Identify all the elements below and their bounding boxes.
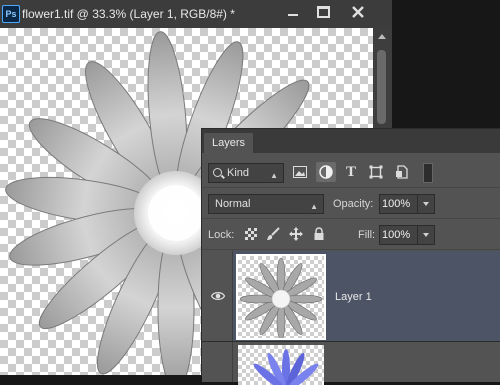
layer-row[interactable] [202, 342, 500, 385]
filter-kind-label: Kind [227, 167, 250, 179]
photoshop-logo-icon: Ps [2, 5, 20, 23]
eye-icon[interactable] [211, 291, 225, 301]
close-icon [352, 6, 364, 18]
checkerboard-icon [245, 228, 257, 240]
filter-adjustment-button[interactable] [316, 162, 336, 182]
blend-row: Normal ▲ Opacity: 100% [202, 190, 500, 219]
chevron-down-icon [423, 233, 429, 237]
visibility-column[interactable] [202, 342, 233, 382]
layer-filter-row: Kind ▲ T [202, 159, 500, 188]
filter-type-button[interactable]: T [341, 162, 361, 182]
layer-name[interactable]: Layer 1 [335, 291, 372, 303]
brush-icon [267, 227, 280, 240]
document-tab[interactable]: Ps flower1.tif @ 33.3% (Layer 1, RGB/8#)… [0, 0, 392, 29]
maximize-button[interactable] [311, 2, 335, 22]
image-icon [293, 166, 307, 178]
adjustment-circle-icon [319, 165, 333, 179]
lock-row: Lock: Fill: 100% [202, 221, 500, 250]
blue-flower-thumbnail-image [253, 349, 319, 385]
panel-header: Layers [202, 129, 500, 153]
opacity-label: Opacity: [333, 198, 374, 210]
flower-thumbnail-image [239, 257, 323, 338]
filter-smart-object-button[interactable] [392, 162, 412, 182]
minimize-icon [288, 14, 298, 16]
fill-dropdown-button[interactable] [417, 225, 435, 245]
layer-row-selected[interactable]: Layer 1 [202, 251, 500, 342]
lock-all-button[interactable] [311, 226, 327, 242]
up-down-arrows-icon: ▲ [310, 202, 318, 211]
lock-label: Lock: [208, 229, 235, 241]
maximize-icon [316, 6, 330, 18]
up-down-arrows-icon: ▲ [270, 171, 278, 180]
lock-icon [314, 227, 324, 240]
close-button[interactable] [341, 2, 375, 22]
blend-mode-select[interactable]: Normal ▲ [208, 194, 324, 214]
chevron-down-icon [423, 202, 429, 206]
blend-mode-value: Normal [215, 198, 251, 210]
shape-icon [369, 165, 383, 179]
scrollbar-thumb[interactable] [377, 50, 386, 124]
filter-kind-select[interactable]: Kind ▲ [208, 163, 284, 183]
search-icon [213, 168, 222, 177]
lock-position-button[interactable] [288, 226, 304, 242]
filter-pixel-button[interactable] [290, 162, 310, 182]
minimize-button[interactable] [281, 2, 305, 22]
fill-label: Fill: [358, 229, 376, 241]
visibility-column[interactable] [202, 251, 233, 341]
fill-input[interactable]: 100% [379, 225, 418, 245]
smart-object-icon [396, 165, 408, 179]
opacity-input[interactable]: 100% [379, 194, 418, 214]
layers-panel: Layers Kind ▲ T Normal ▲ Opacity: 100% L… [201, 128, 500, 385]
document-title: flower1.tif @ 33.3% (Layer 1, RGB/8#) * [22, 7, 235, 21]
tab-layers[interactable]: Layers [204, 133, 254, 153]
type-t-icon: T [345, 163, 356, 180]
layer-thumbnail[interactable] [238, 345, 324, 385]
move-arrows-icon [289, 227, 303, 241]
lock-image-pixels-button[interactable] [265, 226, 281, 242]
layer-thumbnail[interactable] [236, 254, 326, 340]
filter-shape-button[interactable] [366, 162, 386, 182]
filter-toggle-switch[interactable] [423, 163, 433, 183]
opacity-dropdown-button[interactable] [417, 194, 435, 214]
lock-transparent-pixels-button[interactable] [243, 226, 259, 242]
scroll-up-icon[interactable] [378, 34, 386, 39]
